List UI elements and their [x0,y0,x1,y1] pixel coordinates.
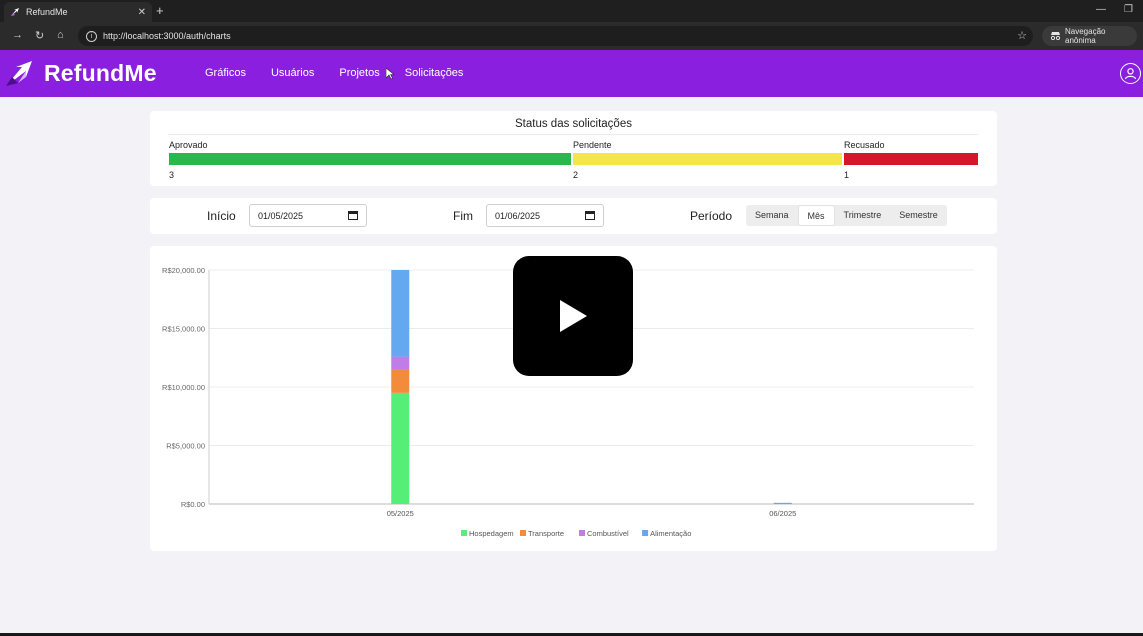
incognito-badge[interactable]: Navegação anônima [1042,26,1137,46]
url-text: http://localhost:3000/auth/charts [103,31,231,41]
legend-label: Transporte [528,529,564,538]
legend-swatch [642,530,649,536]
end-date-label: Fim [453,209,473,223]
start-date-input[interactable]: 01/05/2025 [249,204,367,227]
status-label-pendente: Pendente [573,140,612,150]
reload-icon[interactable]: ↻ [35,29,44,42]
profile-icon[interactable] [1120,63,1141,84]
period-semana[interactable]: Semana [746,205,798,226]
browser-toolbar: → ↻ ⌂ i http://localhost:3000/auth/chart… [0,22,1143,50]
calendar-icon[interactable] [585,210,595,220]
status-label-aprovado: Aprovado [169,140,208,150]
start-date-value: 01/05/2025 [258,211,304,221]
bar-segment [773,502,792,504]
period-label: Período [690,209,733,223]
home-icon[interactable]: ⌂ [57,29,64,41]
status-title: Status das solicitações [515,118,632,130]
bar-segment [391,392,410,504]
mouse-cursor-icon [386,68,395,80]
divider [168,134,978,135]
y-tick-label: R$10,000.00 [162,383,205,392]
info-icon[interactable]: i [86,30,97,42]
browser-tab[interactable]: RefundMe ✕ [4,2,152,22]
star-icon[interactable]: ☆ [1017,29,1027,42]
nav-usuarios[interactable]: Usuários [271,67,314,79]
legend-label: Combustível [587,529,629,538]
period-selector: Semana Mês Trimestre Semestre [746,205,947,226]
start-date-label: Início [207,209,236,223]
y-tick-label: R$20,000.00 [162,266,205,275]
new-tab-button[interactable]: + [156,3,164,18]
address-bar[interactable]: i http://localhost:3000/auth/charts ☆ [78,26,1033,46]
x-tick-label: 06/2025 [769,509,796,518]
nav-projetos[interactable]: Projetos [339,67,379,79]
end-date-value: 01/06/2025 [495,211,541,221]
back-icon[interactable]: → [12,29,23,41]
period-trimestre[interactable]: Trimestre [835,205,891,226]
window-controls: — ❐ [1096,4,1133,15]
incognito-label: Navegação anônima [1065,27,1106,45]
status-bar-recusado[interactable] [844,153,978,165]
y-tick-label: R$15,000.00 [162,325,205,334]
tab-close-icon[interactable]: ✕ [138,7,146,18]
tab-title: RefundMe [26,7,68,17]
legend-label: Hospedagem [469,529,514,538]
nav-solicitacoes[interactable]: Solicitações [405,67,464,79]
app-header: RefundMe Gráficos Usuários Projetos Soli… [0,50,1143,97]
status-count-pendente: 2 [573,170,579,180]
status-count-aprovado: 3 [169,170,175,180]
legend-swatch [461,530,467,536]
refundme-favicon [10,7,20,17]
main-nav: Gráficos Usuários Projetos Solicitações [205,67,488,79]
bar-segment [391,356,410,370]
legend-label: Alimentação [650,529,691,538]
refundme-logo-icon [6,61,32,86]
end-date-input[interactable]: 01/06/2025 [486,204,604,227]
status-label-recusado: Recusado [844,140,885,150]
status-bar-aprovado[interactable] [169,153,571,165]
x-tick-label: 05/2025 [387,509,414,518]
bar-segment [391,369,410,393]
y-tick-label: R$5,000.00 [166,442,205,451]
logo-text: RefundMe [44,60,157,86]
app-logo[interactable]: RefundMe [4,59,157,88]
y-tick-label: R$0.00 [181,500,205,509]
calendar-icon[interactable] [348,210,358,220]
status-count-recusado: 1 [844,170,850,180]
period-mes[interactable]: Mês [797,205,835,226]
nav-graficos[interactable]: Gráficos [205,67,246,79]
play-icon [560,300,587,332]
incognito-icon [1050,31,1061,42]
bar-segment [391,270,410,357]
legend-swatch [579,530,585,536]
legend-swatch [520,530,526,536]
play-button[interactable] [513,256,633,376]
status-card: Status das solicitações Aprovado 3 Pende… [150,111,997,186]
filters-card: Início 01/05/2025 Fim 01/06/2025 Período… [150,198,997,234]
browser-tab-strip: RefundMe ✕ + — ❐ [0,0,1143,22]
minimize-icon[interactable]: — [1096,4,1106,15]
period-semestre[interactable]: Semestre [890,205,947,226]
restore-icon[interactable]: ❐ [1124,4,1133,15]
status-bar-pendente[interactable] [573,153,842,165]
